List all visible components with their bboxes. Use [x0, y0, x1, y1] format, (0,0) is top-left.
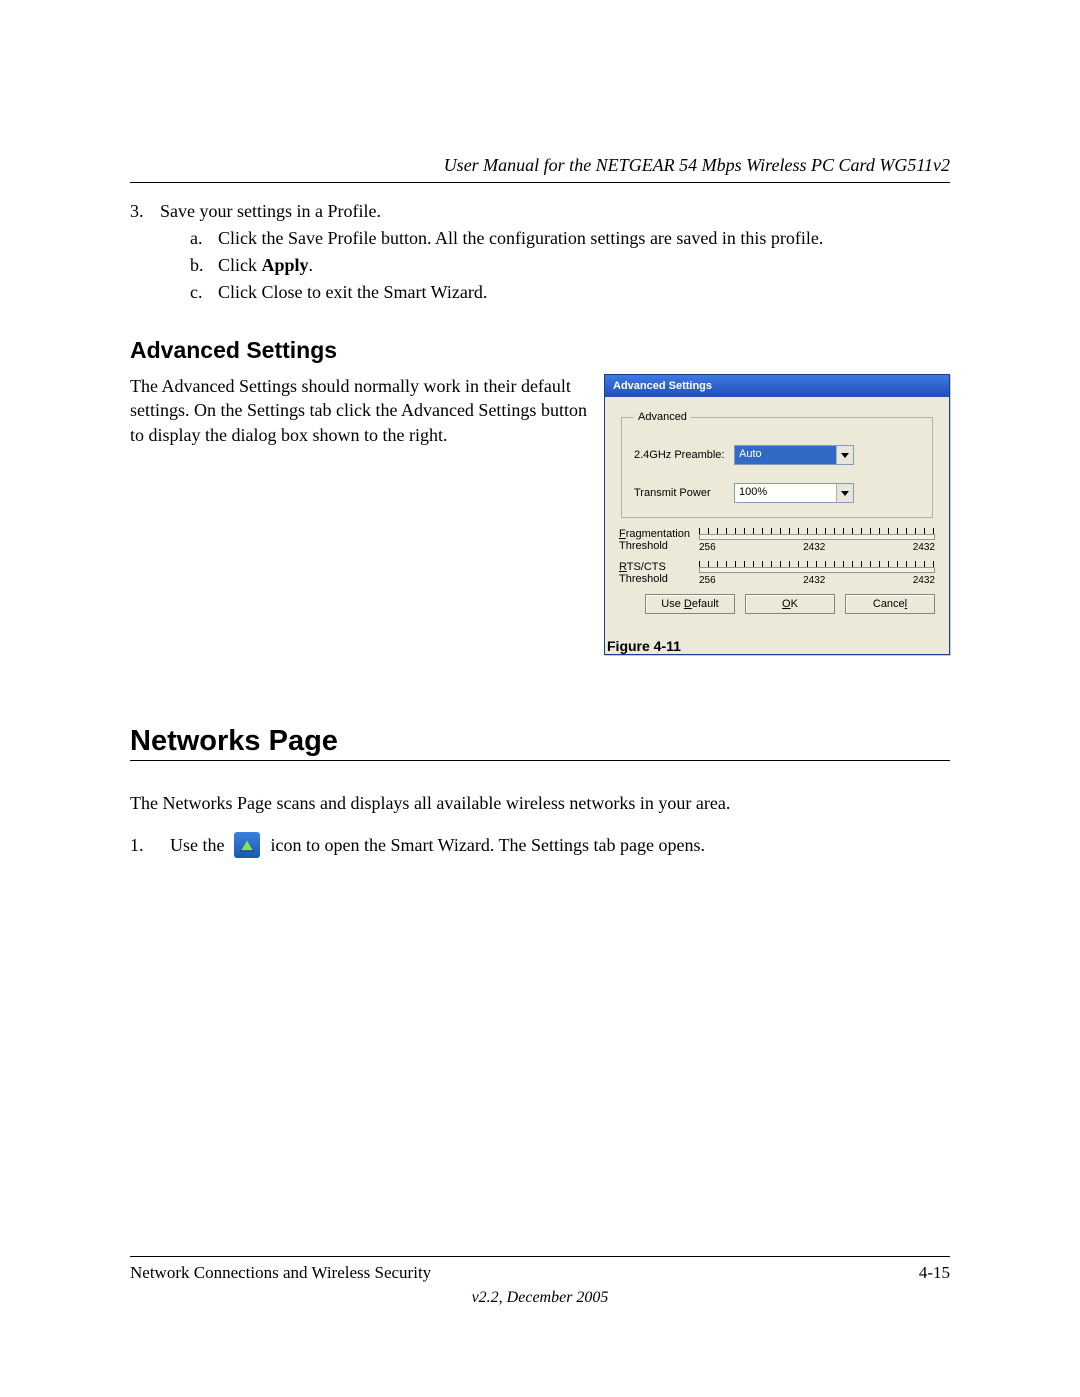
transmit-power-label: Transmit Power	[634, 487, 734, 499]
cancel-button[interactable]: Cancel	[845, 594, 935, 614]
slider-max: 2432	[913, 575, 935, 586]
slider-max: 2432	[913, 542, 935, 553]
slider-mid: 2432	[803, 575, 825, 586]
footer-page-number: 4-15	[919, 1263, 950, 1283]
networks-paragraph: The Networks Page scans and displays all…	[130, 791, 950, 816]
step-number: 3.	[130, 201, 160, 309]
substep-text: Click Apply.	[218, 255, 313, 276]
slider-mid: 2432	[803, 542, 825, 553]
step-number: 1.	[130, 835, 160, 856]
substep-list: a. Click the Save Profile button. All th…	[160, 228, 823, 303]
header-rule	[130, 182, 950, 183]
footer-version: v2.2, December 2005	[130, 1289, 950, 1307]
chevron-down-icon[interactable]	[836, 446, 853, 464]
ok-button[interactable]: OK	[745, 594, 835, 614]
substep-letter: c.	[190, 282, 218, 303]
networks-step-1: 1. Use the icon to open the Smart Wizard…	[130, 832, 950, 858]
advanced-group: Advanced 2.4GHz Preamble: Auto Transmit …	[621, 411, 933, 518]
substep-text: Click Close to exit the Smart Wizard.	[218, 282, 487, 303]
section-heading-networks: Networks Page	[130, 725, 950, 761]
slider-min: 256	[699, 575, 716, 586]
substep-text: Click the Save Profile button. All the c…	[218, 228, 823, 249]
page-footer: Network Connections and Wireless Securit…	[130, 1256, 950, 1307]
substep-letter: a.	[190, 228, 218, 249]
step-text: Save your settings in a Profile.	[160, 201, 381, 221]
chevron-down-icon[interactable]	[836, 484, 853, 502]
footer-chapter: Network Connections and Wireless Securit…	[130, 1263, 431, 1283]
step-text-post: icon to open the Smart Wizard. The Setti…	[270, 835, 705, 856]
rtscts-label: RTS/CTS Threshold	[619, 561, 699, 585]
transmit-power-combobox[interactable]: 100%	[734, 483, 854, 503]
advanced-settings-dialog: Advanced Settings Advanced 2.4GHz Preamb…	[604, 374, 950, 655]
preamble-combobox[interactable]: Auto	[734, 445, 854, 465]
transmit-power-value: 100%	[735, 484, 836, 502]
preamble-label: 2.4GHz Preamble:	[634, 449, 734, 461]
advanced-paragraph: The Advanced Settings should normally wo…	[130, 374, 590, 447]
smart-wizard-tray-icon	[234, 832, 260, 858]
preamble-value: Auto	[735, 446, 836, 464]
substep-letter: b.	[190, 255, 218, 276]
group-legend: Advanced	[634, 411, 691, 423]
dialog-titlebar: Advanced Settings	[605, 375, 949, 397]
use-default-button[interactable]: Use Default	[645, 594, 735, 614]
rtscts-slider[interactable]: 256 2432 2432	[699, 561, 935, 586]
section-heading-advanced: Advanced Settings	[130, 337, 950, 364]
slider-min: 256	[699, 542, 716, 553]
fragmentation-slider[interactable]: 256 2432 2432	[699, 528, 935, 553]
fragmentation-label: Fragmentation Threshold	[619, 528, 699, 552]
step-text-pre: Use the	[170, 835, 224, 856]
page-header-title: User Manual for the NETGEAR 54 Mbps Wire…	[130, 155, 950, 176]
figure-caption: Figure 4-11	[607, 638, 949, 654]
step-list: 3. Save your settings in a Profile. a. C…	[130, 201, 950, 309]
